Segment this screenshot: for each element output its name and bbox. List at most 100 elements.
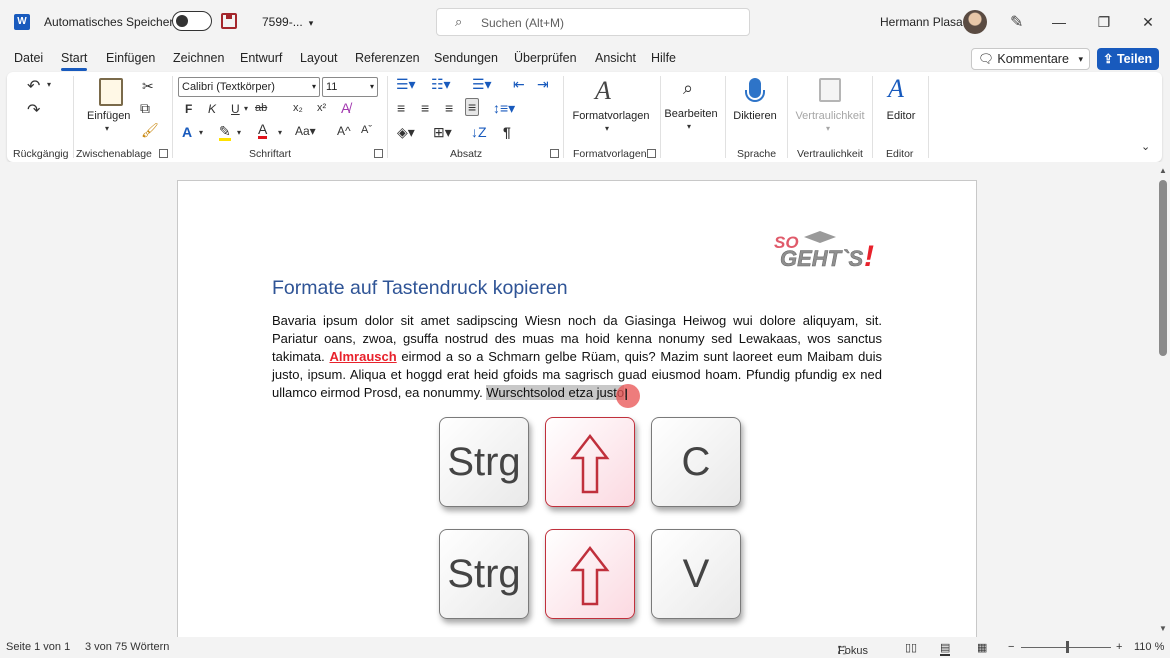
autosave-toggle[interactable] [172,11,212,31]
shading-icon[interactable]: ◈▾ [397,124,415,141]
tab-sendungen[interactable]: Sendungen [434,51,498,65]
tab-ansicht[interactable]: Ansicht [595,51,636,65]
align-right-icon[interactable]: ≡ [445,100,453,116]
tab-referenzen[interactable]: Referenzen [355,51,420,65]
line-spacing-icon[interactable]: ↕≡▾ [493,100,515,117]
superscript-button[interactable]: x² [317,102,326,114]
editor-button[interactable]: Editor [877,110,925,122]
comments-label: Kommentare [997,52,1069,66]
user-name[interactable]: Hermann Plasa [880,15,963,29]
highlight-color-icon[interactable]: ✎ [219,124,231,141]
search-icon[interactable]: ⌕ [683,78,693,99]
styles-button[interactable]: Formatvorlagen [569,110,653,122]
minimize-button[interactable]: — [1044,10,1074,34]
bold-button[interactable]: F [185,102,192,116]
decrease-indent-icon[interactable]: ⇤ [513,76,525,93]
cut-icon[interactable]: ✂ [142,78,154,95]
ribbon-collapse-icon[interactable]: ⌄ [1141,140,1150,153]
clipboard-group-label: Zwischenablage [76,148,152,160]
text-effects-dropdown-icon[interactable]: ▾ [199,128,203,137]
paste-icon[interactable] [99,78,123,106]
tab-layout[interactable]: Layout [300,51,338,65]
zoom-out-button[interactable]: − [1008,641,1014,653]
tab-datei[interactable]: Datei [14,51,43,65]
borders-icon[interactable]: ⊞▾ [433,124,452,141]
styles-icon[interactable]: A [595,76,611,106]
clear-formatting-icon[interactable]: A̸ [341,100,350,116]
italic-button[interactable]: K [208,102,216,116]
undo-icon[interactable]: ↶ [27,76,40,96]
paste-button[interactable]: Einfügen [87,110,130,122]
zoom-slider-thumb[interactable] [1066,641,1069,653]
show-formatting-icon[interactable]: ¶ [503,124,511,140]
editor-icon[interactable]: A [888,74,904,104]
tab-ueberpruefen[interactable]: Überprüfen [514,51,577,65]
document-name-menu[interactable]: 7599-... ▾ [262,15,313,29]
vertical-scrollbar[interactable]: ▲ ▼ [1156,162,1170,637]
word-count[interactable]: 3 von 75 Wörtern [85,641,169,653]
strikethrough-button[interactable]: ab [255,102,267,114]
font-launcher-icon[interactable] [374,149,383,158]
web-layout-icon[interactable]: ▦ [977,641,987,654]
dictate-button[interactable]: Diktieren [729,110,781,122]
increase-indent-icon[interactable]: ⇥ [537,76,549,93]
zoom-in-button[interactable]: + [1116,641,1122,653]
shrink-font-icon[interactable]: Aˇ [361,124,372,136]
edit-dropdown-icon[interactable]: ▾ [687,122,691,131]
tab-start[interactable]: Start [61,51,88,71]
numbering-icon[interactable]: ☷▾ [431,76,451,93]
change-case-icon[interactable]: Aa▾ [295,124,316,138]
share-button[interactable]: ⇪ Teilen [1097,48,1159,70]
sort-icon[interactable]: ↓Z [471,124,487,140]
scroll-up-icon[interactable]: ▲ [1159,166,1167,175]
copy-icon[interactable]: ⧉ [140,100,150,117]
paste-dropdown-icon[interactable]: ▾ [105,124,109,133]
scroll-down-icon[interactable]: ▼ [1159,624,1167,633]
font-size-select[interactable]: 11 ▾ [322,77,378,97]
subscript-button[interactable]: x₂ [293,102,303,114]
comments-button[interactable]: 🗨 Kommentare ▾ [971,48,1090,70]
page-info[interactable]: Seite 1 von 1 [6,641,70,653]
read-mode-icon[interactable]: ▯▯ [905,641,917,654]
multilevel-list-icon[interactable]: ☰▾ [472,76,492,93]
zoom-level[interactable]: 110 % [1134,641,1164,653]
paragraph-launcher-icon[interactable] [550,149,559,158]
text-effects-icon[interactable]: A [182,124,192,140]
document-page[interactable]: SO GEHT`S ! Formate auf Tastendruck kopi… [177,180,977,637]
close-button[interactable]: ✕ [1133,10,1163,34]
avatar[interactable] [963,10,987,34]
underline-dropdown-icon[interactable]: ▾ [244,104,248,113]
autosave-label: Automatisches Speichern [44,15,181,29]
justify-icon[interactable]: ≡ [465,98,480,116]
grow-font-icon[interactable]: A^ [337,124,351,138]
edit-button[interactable]: Bearbeiten [661,108,721,120]
format-painter-icon[interactable]: 🖌 [141,122,159,139]
redo-icon[interactable]: ↷ [27,100,40,120]
undo-dropdown-icon[interactable]: ▾ [47,80,51,89]
print-layout-icon[interactable]: ▤ [940,641,951,656]
document-heading[interactable]: Formate auf Tastendruck kopieren [272,277,568,300]
scrollbar-thumb[interactable] [1159,180,1167,356]
restore-button[interactable]: ❐ [1089,10,1119,34]
font-name-select[interactable]: Calibri (Textkörper) ▾ [178,77,320,97]
highlight-dropdown-icon[interactable]: ▾ [237,128,241,137]
styles-dropdown-icon[interactable]: ▾ [605,124,609,133]
tab-entwurf[interactable]: Entwurf [240,51,282,65]
search-box[interactable]: ⌕ Suchen (Alt+M) [436,8,750,36]
tab-hilfe[interactable]: Hilfe [651,51,676,65]
underline-button[interactable]: U [231,102,240,116]
designer-pen-icon[interactable]: ✎ [1010,12,1023,32]
selected-text[interactable]: Wurschtsolod etza justo [486,385,625,400]
tab-einfuegen[interactable]: Einfügen [106,51,155,65]
styles-launcher-icon[interactable] [647,149,656,158]
save-icon[interactable] [221,13,237,29]
font-color-icon[interactable]: A [258,122,268,139]
font-color-dropdown-icon[interactable]: ▾ [278,128,282,137]
align-center-icon[interactable]: ≡ [421,100,429,116]
clipboard-launcher-icon[interactable] [159,149,168,158]
align-left-icon[interactable]: ≡ [397,100,405,116]
document-paragraph[interactable]: Bavaria ipsum dolor sit amet sadipscing … [272,312,882,402]
bullets-icon[interactable]: ☰▾ [396,76,416,93]
share-icon: ⇪ [1103,52,1114,66]
tab-zeichnen[interactable]: Zeichnen [173,51,224,65]
